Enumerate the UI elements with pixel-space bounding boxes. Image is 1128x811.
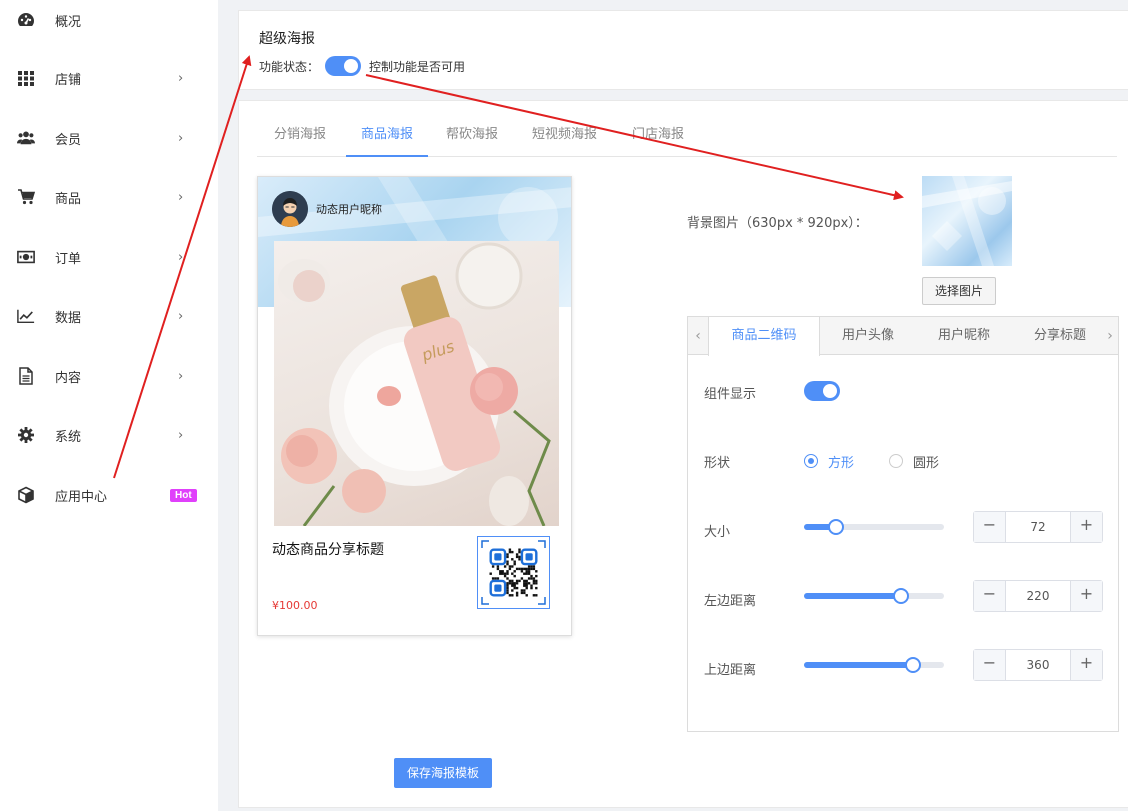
chart-line-icon	[17, 307, 35, 325]
sidebar: 概况 店铺 › 会员 › 商品 › 订单 › 数据 › 内容 › 系统 › 应用…	[0, 0, 218, 811]
tab-goods-qrcode[interactable]: 商品二维码	[708, 317, 820, 356]
tabs-scroll-left-icon[interactable]: ‹	[688, 317, 708, 355]
feature-status-toggle[interactable]	[325, 56, 361, 76]
chevron-right-icon: ›	[178, 368, 184, 384]
sidebar-item-label: 店铺	[55, 72, 82, 88]
component-settings-panel: ‹ 商品二维码 用户头像 用户昵称 分享标题 › 组件显示 形状 方形 圆形 大…	[687, 316, 1119, 732]
sidebar-item-orders[interactable]: 订单 ›	[0, 237, 218, 277]
sidebar-item-content[interactable]: 内容 ›	[0, 356, 218, 396]
sidebar-item-label: 订单	[55, 251, 82, 267]
decrement-button[interactable]: −	[974, 512, 1006, 542]
qr-code	[477, 536, 550, 609]
box-icon	[17, 486, 35, 504]
size-input[interactable]: 72	[1006, 512, 1070, 542]
left-distance-input[interactable]: 220	[1006, 581, 1070, 611]
status-description: 控制功能是否可用	[369, 60, 466, 74]
slider-handle[interactable]	[892, 588, 909, 604]
user-avatar	[272, 191, 308, 227]
tab-goods-poster[interactable]: 商品海报	[346, 119, 428, 157]
sidebar-item-data[interactable]: 数据 ›	[0, 296, 218, 336]
chevron-right-icon: ›	[178, 308, 184, 324]
background-image-thumbnail[interactable]	[922, 176, 1012, 266]
top-distance-label: 上边距离	[704, 663, 757, 678]
goods-share-title: 动态商品分享标题	[272, 542, 384, 558]
chevron-right-icon: ›	[178, 249, 184, 265]
chevron-right-icon: ›	[178, 130, 184, 146]
top-distance-stepper: − 360 +	[973, 649, 1103, 681]
select-image-button[interactable]: 选择图片	[922, 277, 996, 305]
sidebar-item-label: 内容	[55, 370, 82, 386]
sidebar-item-members[interactable]: 会员 ›	[0, 118, 218, 158]
increment-button[interactable]: +	[1070, 512, 1102, 542]
size-slider[interactable]	[804, 519, 944, 535]
tab-short-video-poster[interactable]: 短视频海报	[532, 119, 597, 157]
sidebar-item-overview[interactable]: 概况	[0, 0, 218, 40]
size-label: 大小	[704, 525, 731, 540]
sidebar-item-app-center[interactable]: 应用中心 Hot	[0, 475, 218, 515]
tab-user-avatar[interactable]: 用户头像	[820, 317, 916, 355]
chevron-right-icon: ›	[178, 189, 184, 205]
hot-badge: Hot	[170, 488, 197, 502]
shape-circle-label[interactable]: 圆形	[913, 452, 939, 471]
cart-icon	[17, 188, 35, 206]
save-poster-template-button[interactable]: 保存海报模板	[394, 758, 492, 788]
tab-user-nickname[interactable]: 用户昵称	[916, 317, 1012, 355]
top-distance-input[interactable]: 360	[1006, 650, 1070, 680]
component-display-label: 组件显示	[704, 387, 757, 402]
tab-distribution-poster[interactable]: 分销海报	[274, 119, 326, 157]
increment-button[interactable]: +	[1070, 581, 1102, 611]
left-distance-stepper: − 220 +	[973, 580, 1103, 612]
goods-price: ¥100.00	[272, 599, 318, 612]
shape-label: 形状	[704, 456, 731, 471]
sidebar-item-label: 系统	[55, 429, 82, 445]
shape-square-label[interactable]: 方形	[828, 452, 854, 471]
sidebar-item-label: 数据	[55, 310, 82, 326]
money-icon	[17, 248, 35, 266]
slider-fill	[804, 593, 901, 599]
background-image-label: 背景图片（630px * 920px）：	[687, 216, 868, 231]
product-photo: plus	[274, 241, 559, 526]
shape-square-radio[interactable]	[804, 454, 818, 468]
dashboard-icon	[17, 11, 35, 29]
poster-editor-card: 分销海报 商品海报 帮砍海报 短视频海报 门店海报 动态用户昵称 plus 动态…	[238, 100, 1128, 808]
chevron-right-icon: ›	[178, 427, 184, 443]
gear-icon	[17, 426, 35, 444]
feature-status-card: 超级海报 功能状态： 控制功能是否可用	[238, 10, 1128, 90]
poster-preview: 动态用户昵称 plus 动态商品分享标题 ¥100.00	[257, 176, 572, 636]
chevron-right-icon: ›	[178, 70, 184, 86]
increment-button[interactable]: +	[1070, 650, 1102, 680]
decrement-button[interactable]: −	[974, 650, 1006, 680]
top-distance-slider[interactable]	[804, 657, 944, 673]
left-distance-label: 左边距离	[704, 594, 757, 609]
users-icon	[17, 129, 35, 147]
tab-share-title[interactable]: 分享标题	[1012, 317, 1108, 355]
left-distance-slider[interactable]	[804, 588, 944, 604]
sidebar-item-label: 会员	[55, 132, 82, 148]
slider-handle[interactable]	[905, 657, 922, 673]
sidebar-item-system[interactable]: 系统 ›	[0, 415, 218, 455]
slider-fill	[804, 662, 914, 668]
decrement-button[interactable]: −	[974, 581, 1006, 611]
shape-circle-radio[interactable]	[889, 454, 903, 468]
sidebar-item-label: 概况	[55, 14, 82, 30]
document-icon	[17, 367, 35, 385]
tab-bargain-poster[interactable]: 帮砍海报	[446, 119, 498, 157]
user-nickname: 动态用户昵称	[316, 203, 382, 216]
sidebar-item-label: 商品	[55, 191, 82, 207]
poster-type-tabs: 分销海报 商品海报 帮砍海报 短视频海报 门店海报	[257, 119, 1117, 157]
component-tabs: ‹ 商品二维码 用户头像 用户昵称 分享标题 ›	[688, 317, 1120, 356]
tabs-scroll-right-icon[interactable]: ›	[1100, 317, 1120, 355]
sidebar-item-shop[interactable]: 店铺 ›	[0, 58, 218, 98]
sidebar-item-goods[interactable]: 商品 ›	[0, 177, 218, 217]
component-display-toggle[interactable]	[804, 381, 840, 401]
tab-store-poster[interactable]: 门店海报	[632, 119, 684, 157]
page-title: 超级海报	[259, 31, 315, 47]
size-stepper: − 72 +	[973, 511, 1103, 543]
status-label: 功能状态：	[259, 60, 320, 74]
slider-handle[interactable]	[828, 519, 845, 535]
grid-icon	[17, 69, 35, 87]
sidebar-item-label: 应用中心	[55, 489, 108, 505]
